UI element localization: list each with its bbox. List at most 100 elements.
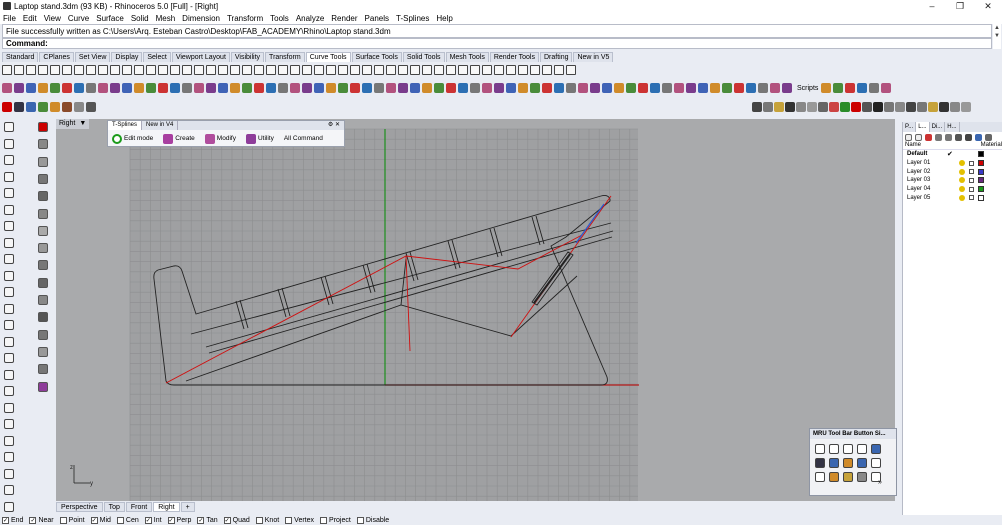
osnap-checkbox[interactable] xyxy=(356,516,364,524)
surface-tool-icon[interactable] xyxy=(26,83,36,93)
surface-tool-icon[interactable] xyxy=(50,83,60,93)
display-tool-icon[interactable] xyxy=(884,102,894,112)
tab-standard[interactable]: Standard xyxy=(2,52,39,62)
layer-color-swatch[interactable] xyxy=(978,168,984,175)
curve-tool-icon[interactable] xyxy=(146,65,156,75)
mru-tool-icon[interactable] xyxy=(815,458,825,468)
menu-view[interactable]: View xyxy=(44,14,61,23)
curve-tool-icon[interactable] xyxy=(266,65,276,75)
viewport-title[interactable]: Right ▼ xyxy=(56,119,90,129)
surface-tool-icon[interactable] xyxy=(650,83,660,93)
surface-tool-icon[interactable] xyxy=(614,83,624,93)
panel-options-icon[interactable]: ⚙ ✕ xyxy=(324,121,344,130)
script-tool-icon[interactable] xyxy=(833,83,844,93)
display-tool-icon[interactable] xyxy=(895,102,905,112)
side-tool-icon[interactable] xyxy=(38,225,48,236)
tab-display-panel[interactable]: Di... xyxy=(930,122,946,132)
osnap-checkbox[interactable]: ✓ xyxy=(29,516,37,524)
osnap-knot[interactable]: Knot xyxy=(255,516,279,524)
viewport-canvas[interactable]: zy xyxy=(56,119,895,501)
surface-tool-icon[interactable] xyxy=(626,83,636,93)
surface-tool-icon[interactable] xyxy=(290,83,300,93)
side-tool-icon[interactable] xyxy=(4,320,14,330)
osnap-checkbox[interactable]: ✓ xyxy=(167,516,175,524)
mru-tool-icon[interactable] xyxy=(829,472,839,482)
display-tool-icon[interactable] xyxy=(807,102,817,112)
tab-mesh-tools[interactable]: Mesh Tools xyxy=(445,52,489,62)
curve-tool-icon[interactable] xyxy=(2,65,12,75)
curve-tool-icon[interactable] xyxy=(254,65,264,75)
render-tool-icon[interactable] xyxy=(62,102,72,112)
menu-transform[interactable]: Transform xyxy=(227,14,263,23)
restore-button[interactable]: ❐ xyxy=(946,0,974,12)
side-tool-icon[interactable] xyxy=(4,303,14,314)
render-tool-icon[interactable] xyxy=(26,102,36,112)
display-tool-icon[interactable] xyxy=(840,102,850,112)
tab-properties[interactable]: P... xyxy=(903,122,917,132)
curve-tool-icon[interactable] xyxy=(218,65,228,75)
layer-color-swatch[interactable] xyxy=(978,160,984,167)
curve-tool-icon[interactable] xyxy=(434,65,444,75)
side-tool-icon[interactable] xyxy=(4,468,14,479)
tab-help-panel[interactable]: H... xyxy=(945,122,960,132)
render-tool-icon[interactable] xyxy=(74,102,84,112)
surface-tool-icon[interactable] xyxy=(194,83,204,93)
surface-tool-icon[interactable] xyxy=(470,83,480,93)
menu-panels[interactable]: Panels xyxy=(365,14,389,23)
scripts-label[interactable]: Scripts xyxy=(797,85,818,92)
layer-color-swatch[interactable] xyxy=(978,151,984,158)
display-tool-icon[interactable] xyxy=(873,102,883,112)
surface-tool-icon[interactable] xyxy=(770,83,780,93)
side-tool-icon[interactable] xyxy=(4,369,14,380)
tab-set-view[interactable]: Set View xyxy=(74,52,111,62)
display-tool-icon[interactable] xyxy=(818,102,828,112)
tab-select[interactable]: Select xyxy=(143,52,171,62)
surface-tool-icon[interactable] xyxy=(350,83,360,93)
viewport-tab-perspective[interactable]: Perspective xyxy=(56,502,103,512)
curve-tool-icon[interactable] xyxy=(62,65,72,75)
surface-tool-icon[interactable] xyxy=(554,83,564,93)
side-tool-icon[interactable] xyxy=(4,386,14,396)
mru-tool-icon[interactable] xyxy=(857,472,867,482)
surface-tool-icon[interactable] xyxy=(146,83,156,93)
visibility-bulb-icon[interactable] xyxy=(959,194,965,201)
menu-mesh[interactable]: Mesh xyxy=(156,14,176,23)
viewport-tab-front[interactable]: Front xyxy=(125,502,153,512)
surface-tool-icon[interactable] xyxy=(662,83,672,93)
curve-tool-icon[interactable] xyxy=(242,65,252,75)
side-tool-icon[interactable] xyxy=(38,156,48,167)
surface-tool-icon[interactable] xyxy=(410,83,420,93)
curve-tool-icon[interactable] xyxy=(446,65,456,75)
layer-row[interactable]: Layer 03 xyxy=(903,176,1002,185)
surface-tool-icon[interactable] xyxy=(362,83,372,93)
surface-tool-icon[interactable] xyxy=(38,83,48,93)
mru-toolbar-title[interactable]: MRU Tool Bar Button Si... xyxy=(810,429,896,439)
side-tool-icon[interactable] xyxy=(38,191,48,202)
surface-tool-icon[interactable] xyxy=(326,83,336,93)
tab-surface-tools[interactable]: Surface Tools xyxy=(351,52,402,62)
osnap-quad[interactable]: ✓ Quad xyxy=(223,516,250,524)
mru-tool-icon[interactable] xyxy=(843,458,853,468)
side-tool-icon[interactable] xyxy=(4,122,14,132)
surface-tool-icon[interactable] xyxy=(254,83,264,93)
curve-tool-icon[interactable] xyxy=(290,65,300,75)
lock-icon[interactable] xyxy=(969,195,974,201)
surface-tool-icon[interactable] xyxy=(590,83,600,93)
move-to-parent-icon[interactable] xyxy=(955,133,962,141)
side-tool-icon[interactable] xyxy=(4,485,14,495)
osnap-point[interactable]: Point xyxy=(59,516,85,524)
menu-solid[interactable]: Solid xyxy=(131,14,149,23)
side-tool-icon[interactable] xyxy=(4,287,14,297)
surface-tool-icon[interactable] xyxy=(266,83,276,93)
lock-icon[interactable] xyxy=(969,186,974,192)
curve-tool-icon[interactable] xyxy=(410,65,420,75)
render-tool-icon[interactable] xyxy=(50,102,60,112)
curve-tool-icon[interactable] xyxy=(566,65,576,75)
curve-tool-icon[interactable] xyxy=(302,65,312,75)
script-tool-icon[interactable] xyxy=(845,83,856,93)
side-tool-icon[interactable] xyxy=(4,188,14,198)
surface-tool-icon[interactable] xyxy=(218,83,228,93)
surface-tool-icon[interactable] xyxy=(86,83,96,93)
side-tool-icon[interactable] xyxy=(38,208,48,219)
osnap-project[interactable]: Project xyxy=(320,516,351,524)
